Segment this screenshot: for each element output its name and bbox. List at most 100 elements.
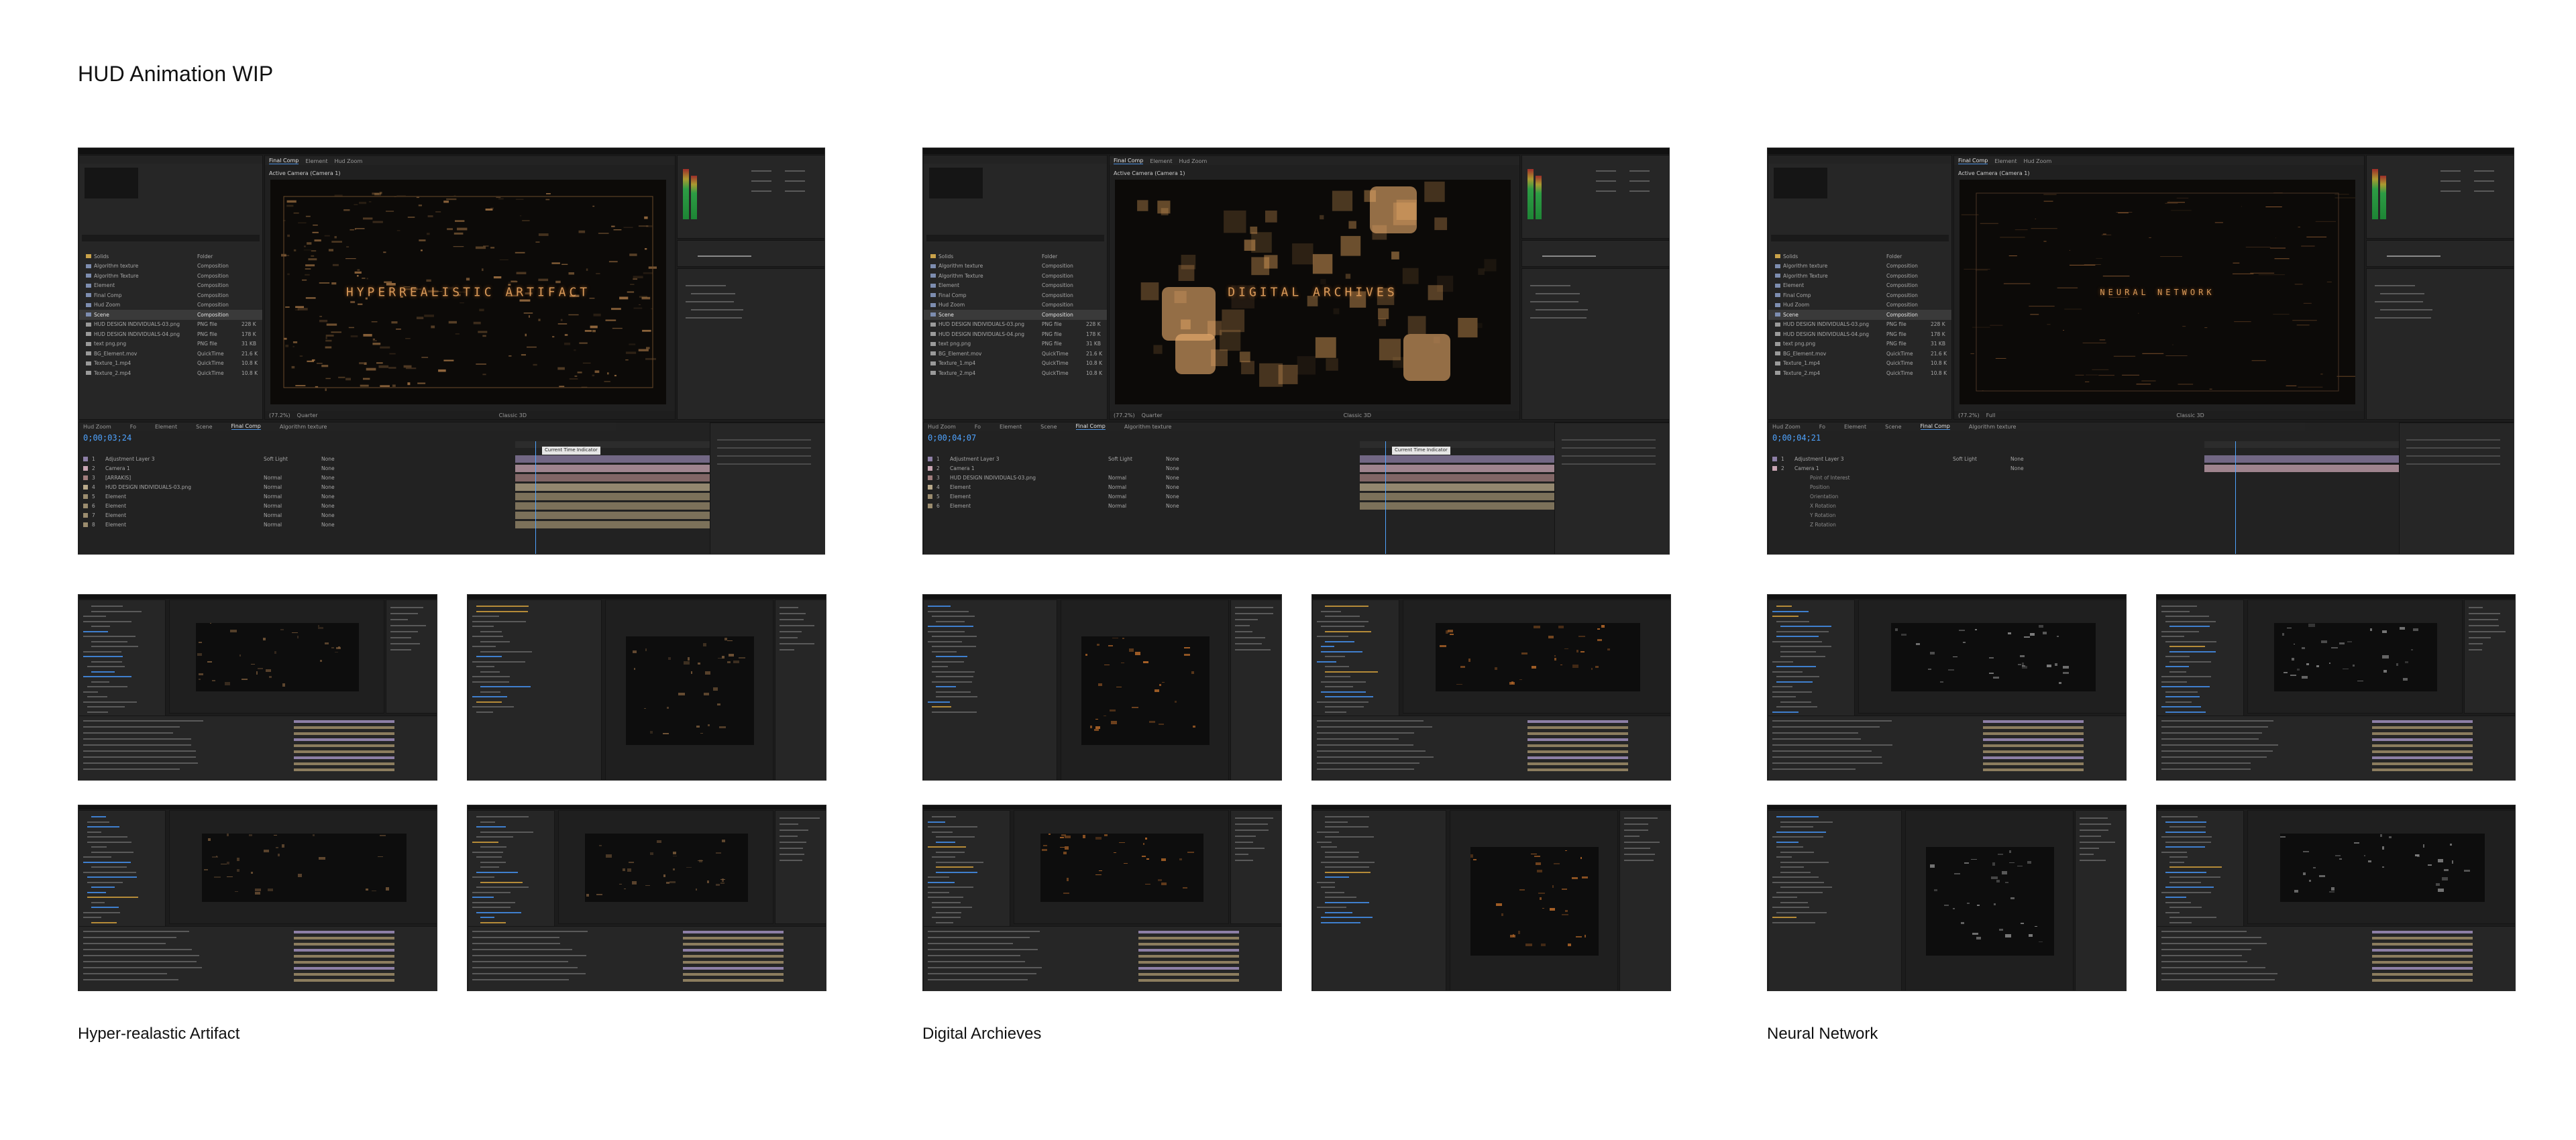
layer-row[interactable] [83, 750, 196, 752]
composition-viewer[interactable] [1470, 847, 1599, 956]
composition-viewer[interactable]: NEURAL NETWORK [1960, 180, 2355, 404]
layer-duration-bar[interactable] [1138, 943, 1239, 946]
panel-row[interactable] [480, 650, 532, 652]
panel-row[interactable] [2161, 891, 2211, 893]
composition-viewer[interactable] [626, 636, 754, 745]
layer-row[interactable] [83, 931, 189, 932]
layer-row[interactable] [83, 961, 197, 962]
layer-duration-bar[interactable] [2372, 931, 2473, 933]
layer-duration-bar[interactable] [1138, 967, 1239, 970]
panel-row[interactable] [932, 671, 975, 673]
panel-row[interactable] [2165, 821, 2206, 823]
panel-row[interactable] [472, 676, 510, 677]
timeline-layer-row[interactable]: Position [1768, 483, 2198, 492]
panel-row[interactable] [1325, 711, 1346, 713]
panel-row[interactable] [1235, 830, 1269, 831]
project-item[interactable]: Final Comp Composition [924, 290, 1107, 300]
timeline-layer-row[interactable]: Orientation [1768, 492, 2198, 501]
panel-row[interactable] [91, 671, 115, 673]
panel-row[interactable] [390, 625, 426, 626]
effects-item[interactable] [1530, 285, 1570, 286]
panel-row[interactable] [936, 921, 953, 923]
composition-viewer[interactable] [1081, 636, 1210, 745]
panel-row[interactable] [1325, 897, 1356, 898]
panel-row[interactable] [1325, 856, 1358, 858]
panel-row[interactable] [83, 691, 98, 693]
layer-duration-bar[interactable] [1983, 738, 2084, 741]
paragraph-setting[interactable] [717, 439, 811, 441]
panel-row[interactable] [932, 917, 961, 918]
layer-duration-bar[interactable] [2372, 726, 2473, 729]
panel-row[interactable] [928, 821, 945, 823]
panel-row[interactable] [480, 921, 506, 923]
panel-row[interactable] [1780, 650, 1816, 652]
layer-row[interactable] [928, 931, 1040, 932]
paragraph-setting[interactable] [2406, 463, 2500, 465]
paragraph-setting[interactable] [2406, 447, 2500, 449]
panel-row[interactable] [1235, 631, 1252, 632]
panel-row[interactable] [472, 661, 525, 663]
project-item[interactable]: BG_Element.mov QuickTime 21.6 K [924, 349, 1107, 359]
layer-duration-bar[interactable] [515, 502, 710, 510]
project-item[interactable]: Hud Zoom Composition [1768, 300, 1951, 310]
effects-item[interactable] [686, 317, 742, 319]
panel-row[interactable] [472, 901, 515, 903]
panel-row[interactable] [1235, 823, 1268, 825]
panel-row[interactable] [1317, 831, 1339, 833]
panel-row[interactable] [2080, 817, 2108, 819]
panel-row[interactable] [1325, 891, 1344, 893]
panel-row[interactable] [1317, 841, 1332, 843]
panel-row[interactable] [2080, 836, 2101, 837]
panel-row[interactable] [2169, 826, 2206, 828]
panel-row[interactable] [932, 646, 976, 647]
panel-row[interactable] [87, 821, 109, 823]
panel-row[interactable] [87, 897, 138, 898]
panel-row[interactable] [83, 636, 136, 637]
panel-row[interactable] [1624, 860, 1654, 861]
layer-duration-bar[interactable] [1360, 474, 1554, 481]
panel-row[interactable] [932, 661, 964, 663]
panel-row[interactable] [1321, 846, 1337, 848]
panel-row[interactable] [2165, 871, 2206, 873]
panel-row[interactable] [928, 630, 965, 632]
project-item[interactable]: Element Composition [924, 281, 1107, 291]
layer-row[interactable] [1772, 762, 1882, 764]
panel-row[interactable] [87, 841, 131, 843]
layer-parent-dropdown[interactable]: None [321, 522, 362, 528]
panel-row[interactable] [2161, 630, 2199, 632]
panel-row[interactable] [1780, 826, 1813, 828]
timeline-layer-row[interactable]: 8 Element Normal None [79, 520, 508, 529]
resolution-dropdown[interactable]: Quarter [297, 412, 318, 418]
panel-row[interactable] [932, 711, 977, 713]
panel-row[interactable] [476, 610, 528, 612]
timeline-layer-row[interactable]: 4 HUD DESIGN INDIVIDUALS-03.png Normal None [79, 483, 508, 492]
timeline-tab[interactable]: Algorithm texture [1969, 424, 2017, 430]
panel-row[interactable] [91, 681, 109, 683]
panel-row[interactable] [87, 891, 106, 893]
current-timecode[interactable]: 0;00;04;07 [928, 433, 976, 443]
panel-row[interactable] [2169, 876, 2220, 878]
panel-row[interactable] [476, 856, 502, 858]
panel-row[interactable] [472, 841, 498, 843]
panel-row[interactable] [936, 866, 973, 868]
panel-row[interactable] [472, 646, 496, 647]
panel-row[interactable] [2080, 860, 2106, 861]
panel-row[interactable] [1235, 613, 1273, 614]
paragraph-setting[interactable] [717, 463, 811, 465]
panel-row[interactable] [2469, 643, 2483, 644]
panel-row[interactable] [1780, 861, 1829, 863]
project-item[interactable]: HUD DESIGN INDIVIDUALS-04.png PNG file 178… [1768, 329, 1951, 339]
paragraph-setting[interactable] [2406, 439, 2500, 441]
panel-row[interactable] [1321, 646, 1334, 647]
effects-item[interactable] [691, 293, 735, 294]
composition-tab[interactable]: Hud Zoom [1179, 158, 1207, 164]
timeline-tab[interactable]: Element [1844, 424, 1866, 430]
layer-duration-bar[interactable] [683, 937, 784, 939]
panel-row[interactable] [1624, 854, 1655, 855]
composition-viewer[interactable] [2280, 834, 2485, 902]
effects-item[interactable] [1536, 293, 1580, 294]
layer-duration-bar[interactable] [294, 744, 394, 747]
project-item[interactable]: HUD DESIGN INDIVIDUALS-04.png PNG file 178… [79, 329, 262, 339]
layer-duration-bar[interactable] [683, 961, 784, 964]
layer-duration-bar[interactable] [515, 493, 710, 500]
